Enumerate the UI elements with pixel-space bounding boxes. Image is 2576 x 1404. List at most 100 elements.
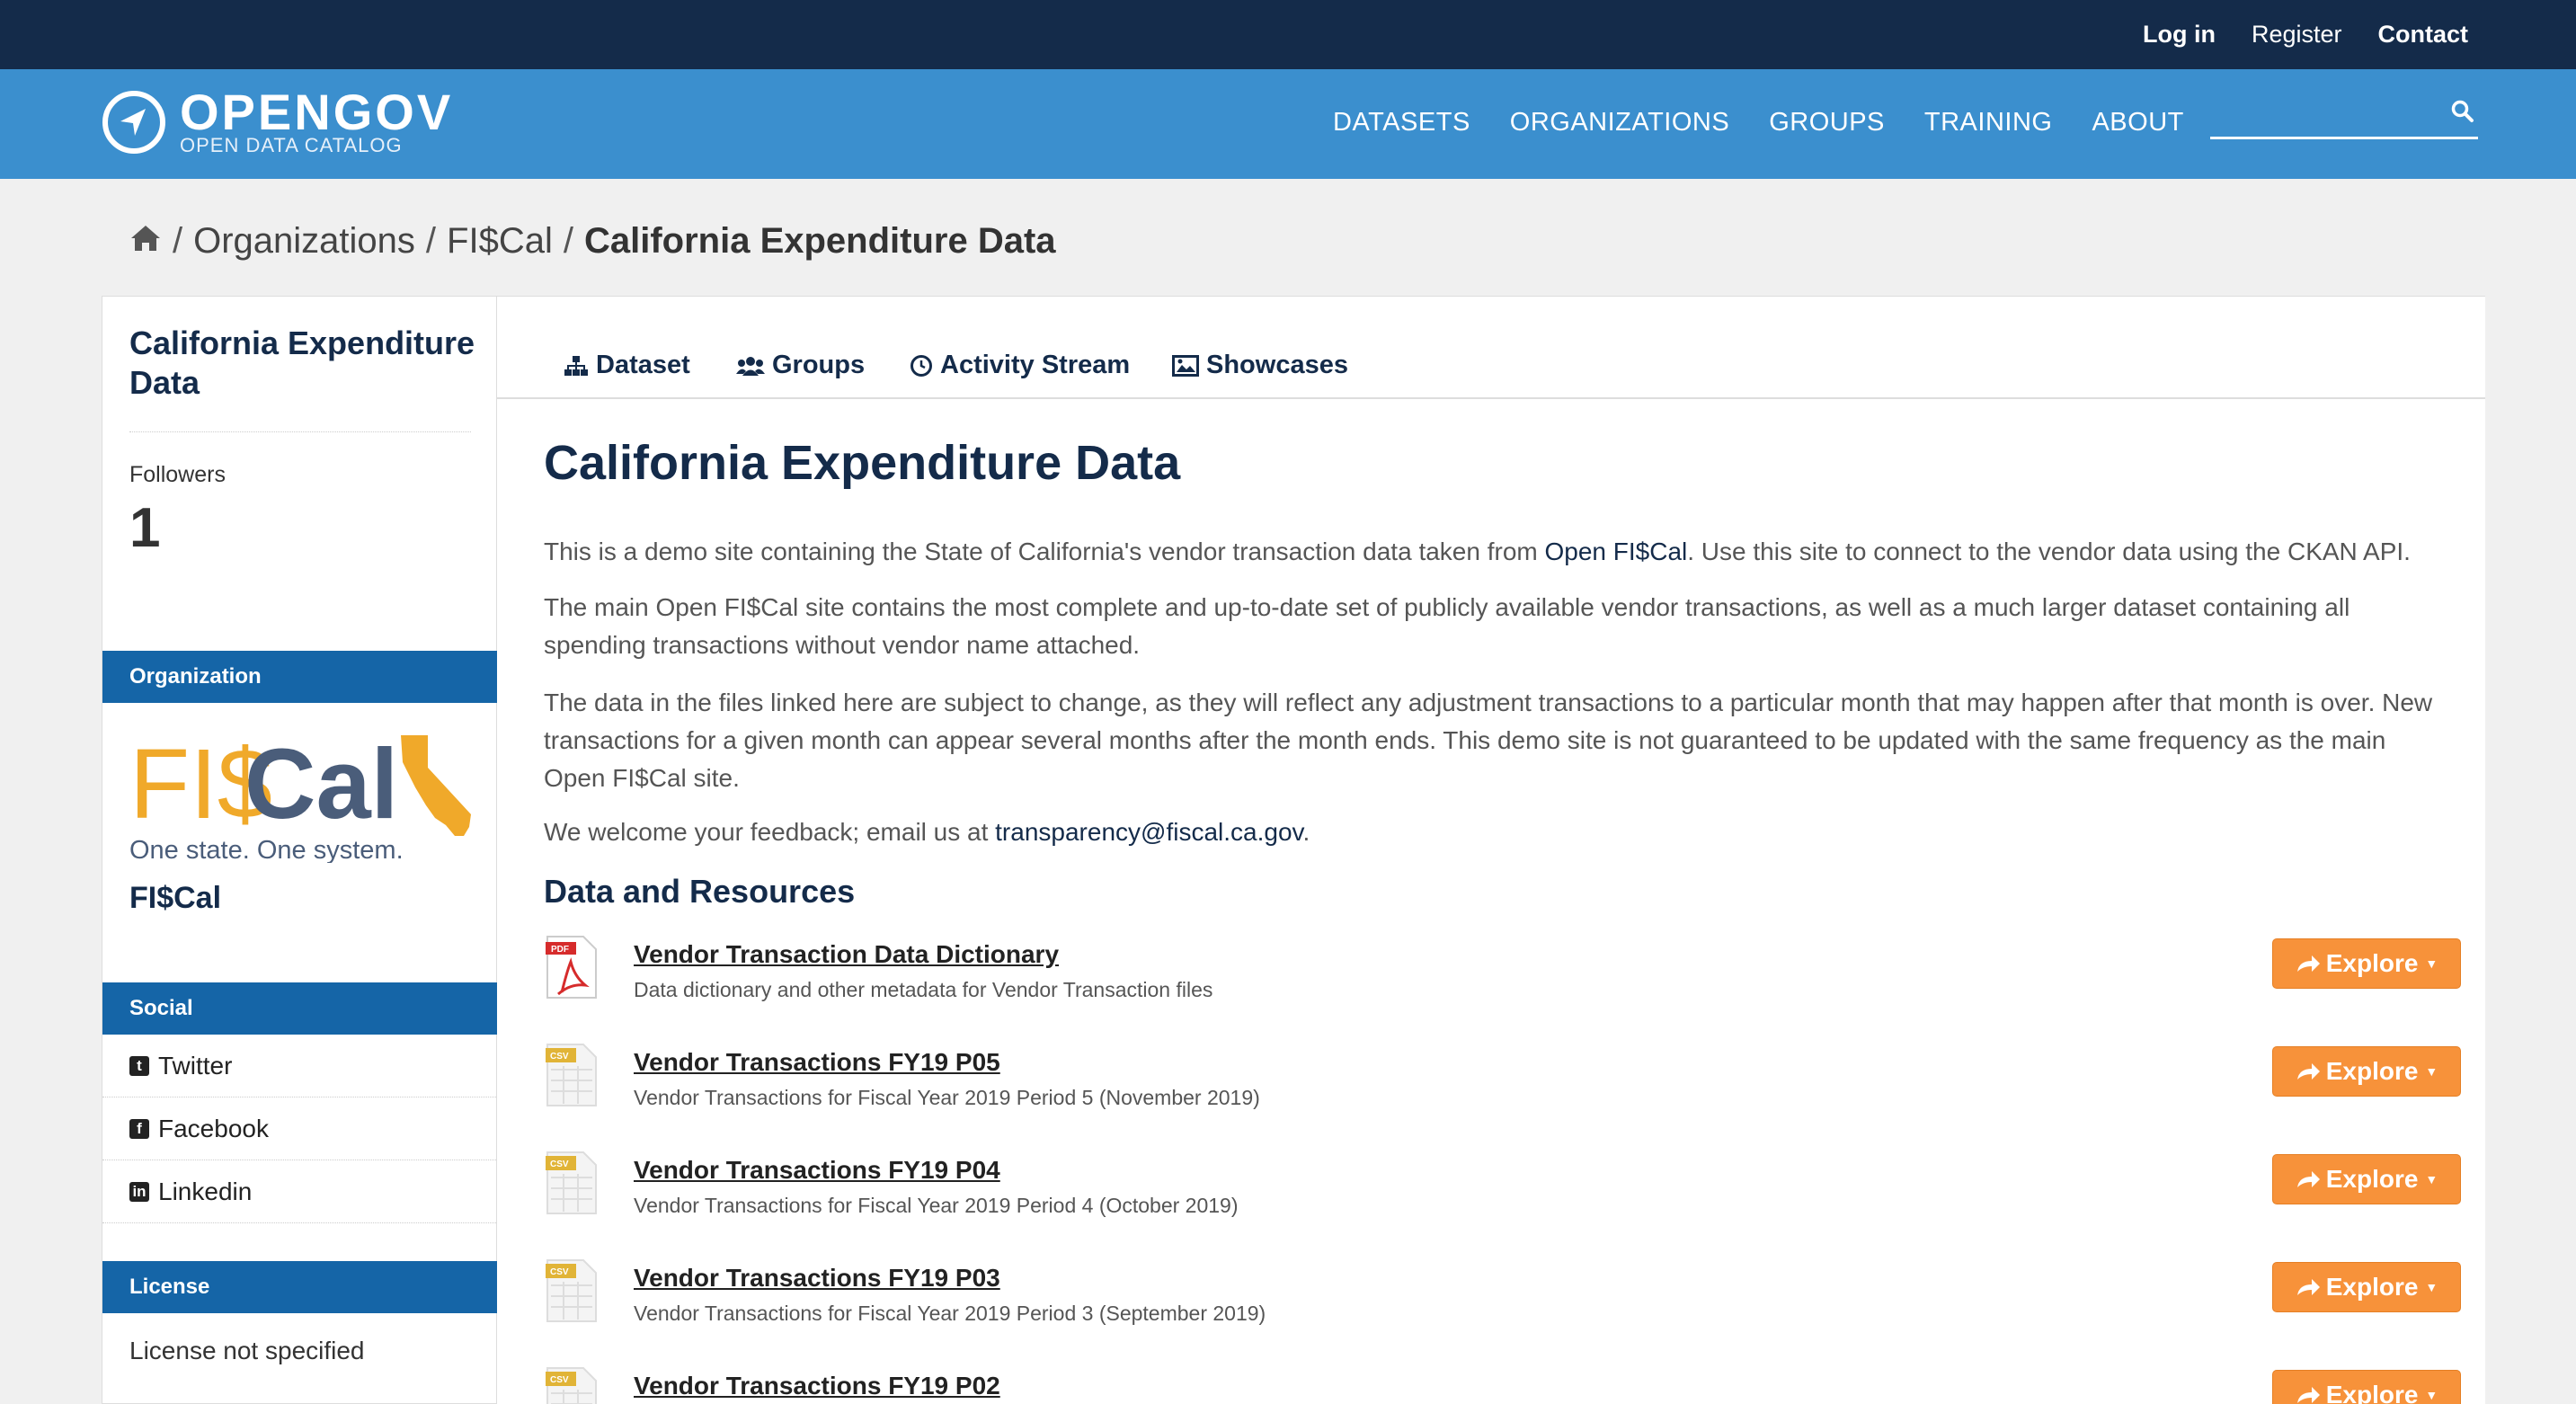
sitemap-icon — [564, 355, 588, 376]
svg-text:PDF: PDF — [551, 945, 569, 955]
svg-text:CSV: CSV — [550, 1160, 569, 1169]
csv-file-icon: CSV — [544, 1366, 600, 1404]
contact-link[interactable]: Contact — [2378, 21, 2469, 49]
resource-title[interactable]: Vendor Transaction Data Dictionary — [634, 940, 1059, 969]
facebook-icon: f — [129, 1118, 149, 1139]
tab-showcases-label: Showcases — [1206, 351, 1348, 379]
tab-activity-stream-label: Activity Stream — [940, 351, 1131, 379]
fiscal-logo[interactable]: FI$ Cal One state. One system. — [129, 728, 489, 867]
site-logo[interactable]: OPENGOV OPEN DATA CATALOG — [102, 84, 454, 156]
resource-item: CSV Vendor Transactions FY19 P05 Vendor … — [544, 1043, 2461, 1142]
breadcrumb-fiscal[interactable]: FI$Cal — [447, 221, 553, 262]
resource-description: Vendor Transactions for Fiscal Year 2019… — [634, 1302, 1266, 1325]
clock-icon — [910, 354, 932, 377]
csv-file-icon: CSV — [544, 1151, 600, 1215]
license-heading: License — [102, 1261, 498, 1313]
social-twitter[interactable]: t Twitter — [102, 1035, 498, 1097]
nav-organizations[interactable]: ORGANIZATIONS — [1510, 108, 1729, 138]
search-input[interactable] — [2210, 94, 2435, 134]
dataset-tabs: Dataset Groups Activity Stream Showcases — [497, 297, 2485, 399]
license-text: License not specified — [129, 1337, 365, 1364]
resource-title[interactable]: Vendor Transactions FY19 P05 — [634, 1048, 1000, 1077]
fiscal-tagline: One state. One system. — [129, 836, 404, 863]
explore-button[interactable]: Explore ▼ — [2272, 1154, 2461, 1204]
social-twitter-label: Twitter — [158, 1051, 233, 1080]
search-icon[interactable] — [2451, 100, 2474, 128]
register-link[interactable]: Register — [2252, 21, 2342, 49]
search-box — [2210, 94, 2478, 139]
nav-training[interactable]: TRAINING — [1924, 108, 2053, 138]
svg-text:CSV: CSV — [550, 1267, 569, 1277]
share-arrow-icon — [2296, 955, 2320, 972]
brand-name: OPENGOV — [180, 84, 454, 140]
share-arrow-icon — [2296, 1171, 2320, 1187]
resource-title[interactable]: Vendor Transactions FY19 P03 — [634, 1264, 1000, 1293]
nav-links: DATASETS ORGANIZATIONS GROUPS TRAINING A… — [1333, 108, 2224, 138]
tab-dataset-label: Dataset — [596, 351, 690, 379]
logo-arrow-icon — [102, 91, 165, 154]
login-link[interactable]: Log in — [2143, 21, 2216, 49]
csv-file-icon: CSV — [544, 1043, 600, 1107]
linkedin-icon: in — [129, 1181, 149, 1202]
svg-text:CSV: CSV — [550, 1375, 569, 1385]
breadcrumb: / Organizations / FI$Cal / California Ex… — [129, 221, 1056, 262]
organization-heading: Organization — [102, 651, 498, 703]
description-paragraph-2: The main Open FI$Cal site contains the m… — [544, 593, 2350, 659]
tab-dataset[interactable]: Dataset — [564, 351, 690, 380]
sidebar: California Expenditure Data Followers 1 … — [102, 296, 498, 1404]
top-utility-bar: Log in Register Contact — [0, 0, 2576, 69]
nav-about[interactable]: ABOUT — [2092, 108, 2183, 138]
sidebar-divider — [129, 431, 471, 432]
csv-file-icon: CSV — [544, 1258, 600, 1323]
users-icon — [736, 356, 765, 376]
resource-title[interactable]: Vendor Transactions FY19 P04 — [634, 1156, 1000, 1185]
description-paragraph-3: The data in the files linked here are su… — [544, 689, 2433, 792]
pdf-file-icon: PDF — [544, 935, 600, 1000]
explore-button[interactable]: Explore ▼ — [2272, 1046, 2461, 1097]
social-linkedin[interactable]: in Linkedin — [102, 1160, 498, 1223]
resource-item: CSV Vendor Transactions FY19 P04 Vendor … — [544, 1151, 2461, 1249]
nav-groups[interactable]: GROUPS — [1769, 108, 1885, 138]
description-paragraph-1: This is a demo site containing the State… — [544, 538, 2411, 565]
followers-count: 1 — [129, 497, 161, 559]
resource-description: Vendor Transactions for Fiscal Year 2019… — [634, 1194, 1239, 1217]
resource-description: Data dictionary and other metadata for V… — [634, 978, 1213, 1001]
fiscal-logo-cal: Cal — [244, 729, 398, 840]
social-linkedin-label: Linkedin — [158, 1177, 253, 1205]
resource-item: CSV Vendor Transactions FY19 P02 Explore… — [544, 1366, 2461, 1404]
share-arrow-icon — [2296, 1063, 2320, 1080]
picture-icon — [1172, 354, 1199, 377]
tab-showcases[interactable]: Showcases — [1172, 351, 1348, 380]
resource-title[interactable]: Vendor Transactions FY19 P02 — [634, 1372, 1000, 1400]
home-icon[interactable] — [129, 221, 162, 262]
tab-groups[interactable]: Groups — [736, 351, 865, 380]
social-facebook-label: Facebook — [158, 1114, 269, 1142]
california-shape-icon — [401, 735, 471, 836]
followers-label: Followers — [129, 462, 226, 487]
organization-name[interactable]: FI$Cal — [129, 881, 221, 916]
social-facebook[interactable]: f Facebook — [102, 1097, 498, 1160]
open-fiscal-link[interactable]: Open FI$Cal — [1545, 538, 1688, 565]
main-content: Dataset Groups Activity Stream Showcases… — [497, 296, 2485, 1404]
resource-item: PDF Vendor Transaction Data Dictionary D… — [544, 935, 2461, 1034]
explore-button[interactable]: Explore ▼ — [2272, 1370, 2461, 1404]
twitter-icon: t — [129, 1055, 149, 1076]
feedback-email-link[interactable]: transparency@fiscal.ca.gov — [995, 818, 1302, 846]
tab-activity-stream[interactable]: Activity Stream — [910, 351, 1130, 380]
explore-button[interactable]: Explore ▼ — [2272, 938, 2461, 989]
description-paragraph-4: We welcome your feedback; email us at tr… — [544, 818, 1310, 846]
main-navigation: OPENGOV OPEN DATA CATALOG DATASETS ORGAN… — [0, 69, 2576, 179]
breadcrumb-current[interactable]: California Expenditure Data — [584, 221, 1056, 262]
breadcrumb-organizations[interactable]: Organizations — [193, 221, 415, 262]
share-arrow-icon — [2296, 1387, 2320, 1403]
page-title: California Expenditure Data — [544, 436, 1181, 490]
tab-groups-label: Groups — [772, 351, 866, 379]
explore-button[interactable]: Explore ▼ — [2272, 1262, 2461, 1312]
resource-description: Vendor Transactions for Fiscal Year 2019… — [634, 1086, 1260, 1109]
share-arrow-icon — [2296, 1279, 2320, 1295]
social-heading: Social — [102, 982, 498, 1035]
resource-item: CSV Vendor Transactions FY19 P03 Vendor … — [544, 1258, 2461, 1357]
nav-datasets[interactable]: DATASETS — [1333, 108, 1470, 138]
svg-text:CSV: CSV — [550, 1052, 569, 1062]
resources-heading: Data and Resources — [544, 873, 856, 910]
